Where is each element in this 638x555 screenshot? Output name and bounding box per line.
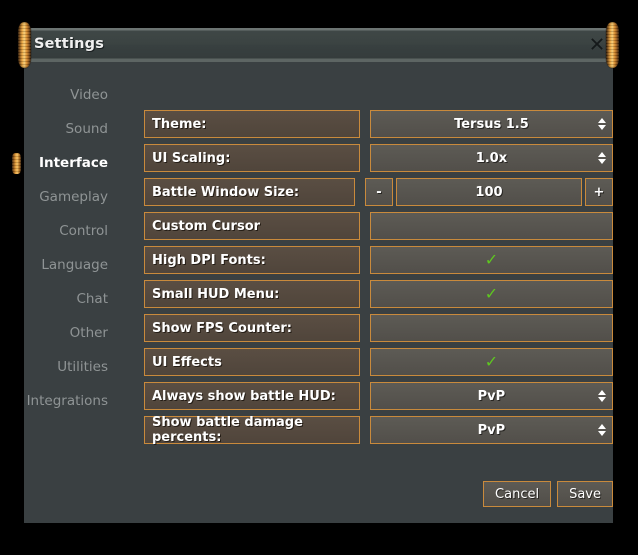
checkmark-icon: ✓ [484,250,499,269]
setting-select-value: Tersus 1.5 [454,116,529,132]
setting-checkbox[interactable]: ✓ [369,280,613,308]
sidebar-item-label: Other [69,325,108,341]
dialog-body: Video Sound Interface Gameplay Control Langua… [12,62,613,523]
setting-row: Custom Cursor [122,209,613,243]
setting-label: UI Scaling: [144,144,360,172]
setting-label: Show FPS Counter: [144,314,360,342]
setting-select-value: PvP [477,388,506,404]
setting-label: Small HUD Menu: [144,280,360,308]
sidebar-item-gameplay[interactable]: Gameplay [24,180,122,214]
sidebar-item-other[interactable]: Other [24,316,122,350]
setting-label: Battle Window Size: [144,178,355,206]
setting-checkbox[interactable] [369,212,613,240]
sidebar-item-label: Integrations [26,393,108,409]
checkmark-icon: ✓ [484,284,499,303]
setting-select[interactable]: PvP [369,416,613,444]
checkmark-icon: ✓ [484,352,499,371]
setting-row: UI Scaling: 1.0x [122,141,613,175]
sidebar-item-label: Sound [65,121,108,137]
sidebar-item-label: Interface [38,155,108,171]
sidebar-item-utilities[interactable]: Utilities [24,350,122,384]
setting-row: High DPI Fonts: ✓ [122,243,613,277]
spinner-arrows-icon [598,152,606,164]
setting-select[interactable]: Tersus 1.5 [369,110,613,138]
spinner-arrows-icon [598,424,606,436]
setting-label: High DPI Fonts: [144,246,360,274]
sidebar-item-label: Utilities [57,359,108,375]
setting-select[interactable]: PvP [369,382,613,410]
sidebar-item-label: Chat [76,291,108,307]
sidebar-item-chat[interactable]: Chat [24,282,122,316]
title-bar: Settings [18,22,619,68]
settings-rows: Theme: Tersus 1.5 UI Scaling: 1.0x Battle Wi… [122,107,613,523]
window-title: Settings [34,36,105,52]
sidebar-item-label: Video [70,87,108,103]
sidebar-item-integrations[interactable]: Integrations [24,384,122,418]
setting-row: Theme: Tersus 1.5 [122,107,613,141]
save-button[interactable]: Save [557,481,613,507]
stepper-value-input[interactable]: 100 [396,178,582,206]
setting-checkbox[interactable] [369,314,613,342]
setting-label: Custom Cursor [144,212,360,240]
settings-sidebar: Video Sound Interface Gameplay Control Langua… [12,62,122,418]
sidebar-item-video[interactable]: Video [24,78,122,112]
setting-label: Always show battle HUD: [144,382,360,410]
ornament-pillar-left [18,22,31,68]
setting-stepper: -100 + [365,178,613,206]
setting-select[interactable]: 1.0x [369,144,613,172]
sidebar-item-control[interactable]: Control [24,214,122,248]
settings-dialog: Settings Video Sound Interface Gameplay Cont… [12,22,619,523]
setting-row: Show battle damage percents: PvP [122,413,613,447]
dialog-footer: Cancel Save [483,481,613,507]
setting-row: Always show battle HUD: PvP [122,379,613,413]
setting-label: Show battle damage percents: [144,415,360,445]
setting-select-value: 1.0x [475,150,508,166]
setting-row: Battle Window Size: -100 + [122,175,613,209]
sidebar-item-sound[interactable]: Sound [24,112,122,146]
cancel-button[interactable]: Cancel [483,481,552,507]
spinner-arrows-icon [598,118,606,130]
setting-label: Theme: [144,110,360,138]
setting-select-value: PvP [477,422,506,438]
sidebar-item-label: Language [41,257,108,273]
setting-label: UI Effects [144,348,360,376]
stepper-increment-button[interactable]: + [585,178,613,206]
setting-checkbox[interactable]: ✓ [369,246,613,274]
sidebar-item-label: Control [59,223,108,239]
close-x-icon[interactable] [589,36,605,52]
sidebar-item-language[interactable]: Language [24,248,122,282]
setting-row: Small HUD Menu: ✓ [122,277,613,311]
ornament-pillar-right [606,22,619,68]
spinner-arrows-icon [598,390,606,402]
setting-row: UI Effects ✓ [122,345,613,379]
setting-checkbox[interactable]: ✓ [369,348,613,376]
active-item-marker-icon [12,153,21,174]
stepper-decrement-button[interactable]: - [365,178,393,206]
setting-row: Show FPS Counter: [122,311,613,345]
sidebar-item-label: Gameplay [39,189,108,205]
sidebar-item-interface[interactable]: Interface [12,146,122,180]
